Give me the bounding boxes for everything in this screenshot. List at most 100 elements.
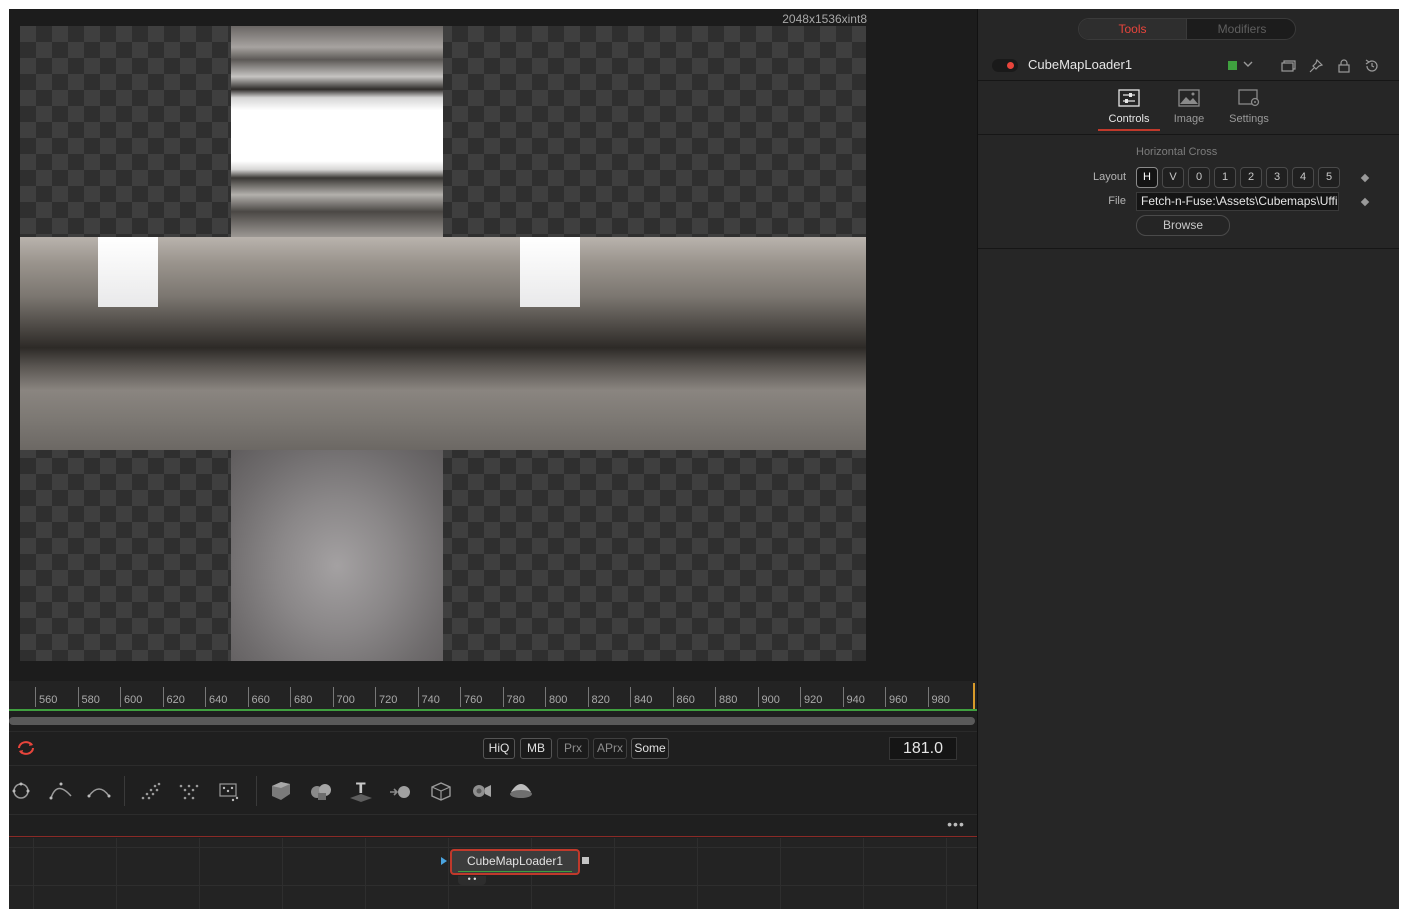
layout-caption: Horizontal Cross: [1136, 146, 1218, 158]
layout-option-4[interactable]: 4: [1292, 167, 1314, 188]
text3d-icon[interactable]: T: [347, 778, 375, 804]
toolbar-separator: [124, 776, 125, 806]
viewer[interactable]: 2048x1536xint8: [9, 9, 977, 681]
sky-region: [520, 237, 580, 307]
loop-icon-graphic: [18, 741, 34, 755]
image-icon: [1178, 89, 1200, 107]
pixel-emitter-icon[interactable]: [215, 778, 243, 804]
inspector-panel: Tools Modifiers CubeMapLoader1 Controls …: [977, 9, 1399, 909]
ruler-tick: 840: [630, 687, 652, 707]
bitmap-mask-icon[interactable]: [85, 778, 113, 804]
reset-icon[interactable]: [1364, 58, 1380, 74]
node-output-icon[interactable]: [582, 857, 589, 864]
camera3d-icon[interactable]: [467, 778, 495, 804]
ruler-tick: 640: [205, 687, 227, 707]
keyframe-icon[interactable]: [1360, 173, 1370, 183]
ruler-tick: 660: [247, 687, 270, 707]
tab-settings[interactable]: Settings: [1218, 87, 1280, 131]
layout-option-h[interactable]: H: [1136, 167, 1158, 188]
ruler-tick: 900: [757, 687, 780, 707]
time-ruler[interactable]: 560 580 600 620 640 660 680 700 720 740 760 780 800 8…: [9, 681, 977, 711]
transport-bar: HiQ MB Prx APrx Some 181.0: [9, 731, 977, 765]
ruler-tick: 580: [77, 687, 100, 707]
layout-option-0[interactable]: 0: [1188, 167, 1210, 188]
ruler-tick: 940: [842, 687, 865, 707]
more-options-button[interactable]: •••: [941, 817, 971, 835]
ruler-tick: 560: [35, 687, 57, 707]
ruler-tick: 980: [927, 687, 950, 707]
polygon-mask-icon[interactable]: [9, 778, 37, 804]
cubemap-face-top: [231, 26, 443, 237]
loop-icon[interactable]: [15, 738, 37, 758]
ruler-tick: 760: [460, 687, 482, 707]
sliders-icon: [1118, 89, 1140, 107]
ruler-tick: 720: [375, 687, 397, 707]
bspline-mask-icon[interactable]: [47, 778, 75, 804]
node-input-icon[interactable]: [441, 857, 447, 865]
file-path-input[interactable]: Fetch-n-Fuse:\Assets\Cubemaps\Uffizi: [1136, 192, 1339, 211]
fusion-window: 2048x1536xint8 560 580 600 620 640 660 680 700 7…: [9, 9, 1399, 909]
tab-controls[interactable]: Controls: [1098, 87, 1160, 131]
selective-update-button[interactable]: Some: [631, 738, 669, 759]
node-editor-header: •••: [9, 815, 977, 837]
cubemaploader-node[interactable]: CubeMapLoader1: [450, 849, 580, 875]
sky-region: [98, 237, 158, 307]
layout-option-1[interactable]: 1: [1214, 167, 1236, 188]
particle-emitter-icon[interactable]: [137, 778, 165, 804]
ruler-tick: 880: [715, 687, 737, 707]
ruler-tick: 860: [672, 687, 695, 707]
cubemap-face-bottom: [231, 450, 443, 661]
settings-icon: [1238, 89, 1260, 107]
auto-proxy-button[interactable]: APrx: [593, 738, 627, 759]
tab-controls-label: Controls: [1108, 113, 1150, 125]
keyframe-icon[interactable]: [1360, 197, 1370, 207]
tool-enable-toggle[interactable]: [992, 59, 1018, 72]
layout-option-v[interactable]: V: [1162, 167, 1184, 188]
tab-image[interactable]: Image: [1158, 87, 1220, 131]
merge3d-icon[interactable]: [307, 778, 335, 804]
lock-icon[interactable]: [1336, 58, 1352, 74]
toolbar-separator: [256, 776, 257, 806]
proxy-button[interactable]: Prx: [557, 738, 589, 759]
fbx-icon[interactable]: [427, 778, 455, 804]
layout-option-2[interactable]: 2: [1240, 167, 1262, 188]
ruler-tick: 700: [332, 687, 355, 707]
ruler-tick: 820: [587, 687, 610, 707]
versions-icon[interactable]: [1280, 58, 1296, 74]
cubemap-face-row: [20, 237, 866, 450]
render-end-marker[interactable]: [973, 683, 975, 709]
file-label: File: [1108, 195, 1126, 207]
layout-option-5[interactable]: 5: [1318, 167, 1340, 188]
particle-render-icon[interactable]: [175, 778, 203, 804]
timeline-scrollbar[interactable]: [9, 717, 975, 725]
pin-icon[interactable]: [1308, 58, 1324, 74]
tab-modifiers[interactable]: Modifiers: [1188, 19, 1295, 39]
motion-blur-button[interactable]: MB: [520, 738, 552, 759]
ruler-tick: 780: [502, 687, 525, 707]
viewer-canvas[interactable]: [20, 26, 866, 661]
ruler-tick: 680: [290, 687, 312, 707]
chevron-down-icon[interactable]: [1242, 56, 1254, 72]
tab-settings-label: Settings: [1229, 113, 1269, 125]
tab-tools[interactable]: Tools: [1079, 19, 1187, 39]
current-frame-field[interactable]: 181.0: [889, 737, 957, 760]
hiq-button[interactable]: HiQ: [483, 738, 515, 759]
renderer3d-icon[interactable]: [387, 778, 415, 804]
ruler-tick: 620: [162, 687, 185, 707]
node-controls-toggle[interactable]: • •: [458, 875, 486, 885]
tool-toolbar: T: [9, 765, 977, 815]
controls-section: Horizontal Cross Layout H V 0 1 2 3 4 5 …: [978, 135, 1399, 249]
svg-text:T: T: [356, 781, 366, 797]
spotlight-icon[interactable]: [507, 778, 535, 804]
tool-color-swatch[interactable]: [1228, 61, 1237, 70]
ruler-tick: 800: [545, 687, 567, 707]
ruler-tick: 740: [417, 687, 440, 707]
layout-option-3[interactable]: 3: [1266, 167, 1288, 188]
ruler-tick: 600: [120, 687, 142, 707]
shape3d-icon[interactable]: [267, 778, 295, 804]
layout-label: Layout: [1092, 171, 1126, 183]
node-editor[interactable]: CubeMapLoader1 • •: [9, 838, 977, 909]
inspector-tabs: Tools Modifiers: [1078, 18, 1296, 40]
ruler-tick: 960: [885, 687, 907, 707]
browse-button[interactable]: Browse: [1136, 215, 1230, 236]
